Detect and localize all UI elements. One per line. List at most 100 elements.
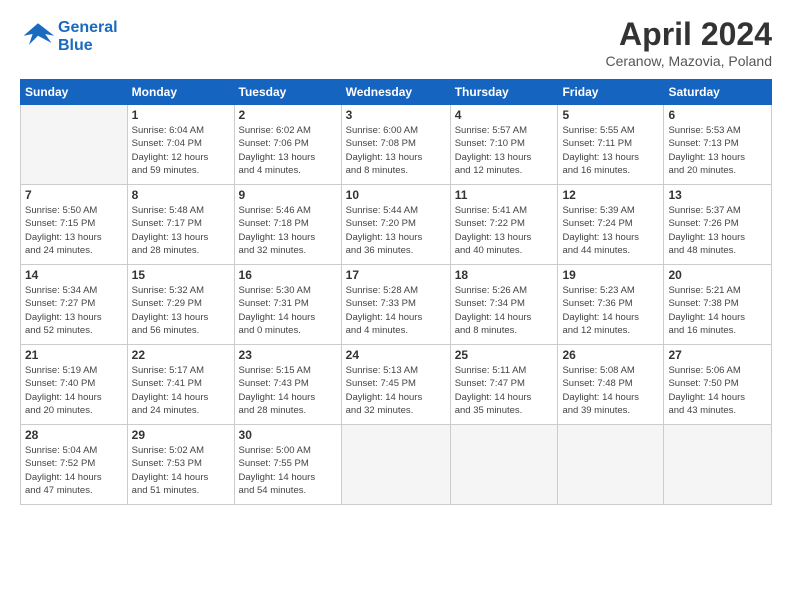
- day-number-5: 5: [562, 108, 659, 122]
- calendar-cell-8: 8 Sunrise: 5:48 AM Sunset: 7:17 PM Daylig…: [127, 185, 234, 265]
- calendar-cell-15: 15 Sunrise: 5:32 AM Sunset: 7:29 PM Dayli…: [127, 265, 234, 345]
- day-number-12: 12: [562, 188, 659, 202]
- header-sunday: Sunday: [21, 80, 128, 105]
- calendar-cell-25: 25 Sunrise: 5:11 AM Sunset: 7:47 PM Dayli…: [450, 345, 558, 425]
- calendar-table: Sunday Monday Tuesday Wednesday Thursday…: [20, 79, 772, 505]
- calendar-cell-9: 9 Sunrise: 5:46 AM Sunset: 7:18 PM Daylig…: [234, 185, 341, 265]
- day-info-26: Sunrise: 5:08 AM Sunset: 7:48 PM Dayligh…: [562, 364, 659, 417]
- page: General Blue April 2024 Ceranow, Mazovia…: [0, 0, 792, 612]
- calendar-cell-11: 11 Sunrise: 5:41 AM Sunset: 7:22 PM Dayli…: [450, 185, 558, 265]
- day-info-18: Sunrise: 5:26 AM Sunset: 7:34 PM Dayligh…: [455, 284, 554, 337]
- day-number-22: 22: [132, 348, 230, 362]
- day-info-27: Sunrise: 5:06 AM Sunset: 7:50 PM Dayligh…: [668, 364, 767, 417]
- calendar-cell-16: 16 Sunrise: 5:30 AM Sunset: 7:31 PM Dayli…: [234, 265, 341, 345]
- day-number-17: 17: [346, 268, 446, 282]
- calendar-cell-22: 22 Sunrise: 5:17 AM Sunset: 7:41 PM Dayli…: [127, 345, 234, 425]
- header-thursday: Thursday: [450, 80, 558, 105]
- day-number-28: 28: [25, 428, 123, 442]
- calendar-row-1: 1 Sunrise: 6:04 AM Sunset: 7:04 PM Daylig…: [21, 105, 772, 185]
- day-info-21: Sunrise: 5:19 AM Sunset: 7:40 PM Dayligh…: [25, 364, 123, 417]
- calendar-cell-empty-4-3: [341, 425, 450, 505]
- location-subtitle: Ceranow, Mazovia, Poland: [605, 53, 772, 69]
- calendar-row-3: 14 Sunrise: 5:34 AM Sunset: 7:27 PM Dayli…: [21, 265, 772, 345]
- day-info-1: Sunrise: 6:04 AM Sunset: 7:04 PM Dayligh…: [132, 124, 230, 177]
- calendar-cell-empty-0-0: [21, 105, 128, 185]
- day-info-8: Sunrise: 5:48 AM Sunset: 7:17 PM Dayligh…: [132, 204, 230, 257]
- day-info-11: Sunrise: 5:41 AM Sunset: 7:22 PM Dayligh…: [455, 204, 554, 257]
- header: General Blue April 2024 Ceranow, Mazovia…: [20, 16, 772, 69]
- calendar-cell-empty-4-6: [664, 425, 772, 505]
- calendar-cell-empty-4-4: [450, 425, 558, 505]
- header-wednesday: Wednesday: [341, 80, 450, 105]
- calendar-cell-23: 23Sunrise: 5:15 AM Sunset: 7:43 PM Dayli…: [234, 345, 341, 425]
- calendar-row-2: 7Sunrise: 5:50 AM Sunset: 7:15 PM Daylig…: [21, 185, 772, 265]
- day-number-23: 23: [239, 348, 337, 362]
- day-number-4: 4: [455, 108, 554, 122]
- logo-blue: Blue: [58, 37, 93, 54]
- logo-icon: [20, 16, 56, 57]
- calendar-cell-20: 20Sunrise: 5:21 AM Sunset: 7:38 PM Dayli…: [664, 265, 772, 345]
- day-number-6: 6: [668, 108, 767, 122]
- day-info-12: Sunrise: 5:39 AM Sunset: 7:24 PM Dayligh…: [562, 204, 659, 257]
- header-friday: Friday: [558, 80, 664, 105]
- day-number-11: 11: [455, 188, 554, 202]
- day-info-7: Sunrise: 5:50 AM Sunset: 7:15 PM Dayligh…: [25, 204, 123, 257]
- header-monday: Monday: [127, 80, 234, 105]
- calendar-cell-24: 24 Sunrise: 5:13 AM Sunset: 7:45 PM Dayli…: [341, 345, 450, 425]
- day-number-15: 15: [132, 268, 230, 282]
- day-number-2: 2: [239, 108, 337, 122]
- day-number-20: 20: [668, 268, 767, 282]
- day-number-14: 14: [25, 268, 123, 282]
- calendar-cell-26: 26 Sunrise: 5:08 AM Sunset: 7:48 PM Dayli…: [558, 345, 664, 425]
- day-info-13: Sunrise: 5:37 AM Sunset: 7:26 PM Dayligh…: [668, 204, 767, 257]
- day-info-5: Sunrise: 5:55 AM Sunset: 7:11 PM Dayligh…: [562, 124, 659, 177]
- day-info-24: Sunrise: 5:13 AM Sunset: 7:45 PM Dayligh…: [346, 364, 446, 417]
- day-number-25: 25: [455, 348, 554, 362]
- day-info-6: Sunrise: 5:53 AM Sunset: 7:13 PM Dayligh…: [668, 124, 767, 177]
- header-tuesday: Tuesday: [234, 80, 341, 105]
- day-number-16: 16: [239, 268, 337, 282]
- day-info-3: Sunrise: 6:00 AM Sunset: 7:08 PM Dayligh…: [346, 124, 446, 177]
- day-info-14: Sunrise: 5:34 AM Sunset: 7:27 PM Dayligh…: [25, 284, 123, 337]
- day-number-26: 26: [562, 348, 659, 362]
- day-number-9: 9: [239, 188, 337, 202]
- calendar-row-4: 21Sunrise: 5:19 AM Sunset: 7:40 PM Dayli…: [21, 345, 772, 425]
- day-number-27: 27: [668, 348, 767, 362]
- calendar-cell-7: 7Sunrise: 5:50 AM Sunset: 7:15 PM Daylig…: [21, 185, 128, 265]
- calendar-cell-17: 17Sunrise: 5:28 AM Sunset: 7:33 PM Dayli…: [341, 265, 450, 345]
- calendar-cell-empty-4-5: [558, 425, 664, 505]
- day-number-19: 19: [562, 268, 659, 282]
- day-info-29: Sunrise: 5:02 AM Sunset: 7:53 PM Dayligh…: [132, 444, 230, 497]
- title-area: April 2024 Ceranow, Mazovia, Poland: [605, 16, 772, 69]
- day-info-22: Sunrise: 5:17 AM Sunset: 7:41 PM Dayligh…: [132, 364, 230, 417]
- day-info-16: Sunrise: 5:30 AM Sunset: 7:31 PM Dayligh…: [239, 284, 337, 337]
- logo-text: General Blue: [58, 19, 118, 54]
- day-info-28: Sunrise: 5:04 AM Sunset: 7:52 PM Dayligh…: [25, 444, 123, 497]
- day-info-30: Sunrise: 5:00 AM Sunset: 7:55 PM Dayligh…: [239, 444, 337, 497]
- day-number-29: 29: [132, 428, 230, 442]
- weekday-header-row: Sunday Monday Tuesday Wednesday Thursday…: [21, 80, 772, 105]
- calendar-cell-4: 4 Sunrise: 5:57 AM Sunset: 7:10 PM Daylig…: [450, 105, 558, 185]
- day-info-9: Sunrise: 5:46 AM Sunset: 7:18 PM Dayligh…: [239, 204, 337, 257]
- calendar-cell-28: 28 Sunrise: 5:04 AM Sunset: 7:52 PM Dayli…: [21, 425, 128, 505]
- calendar-cell-1: 1 Sunrise: 6:04 AM Sunset: 7:04 PM Daylig…: [127, 105, 234, 185]
- calendar-cell-19: 19 Sunrise: 5:23 AM Sunset: 7:36 PM Dayli…: [558, 265, 664, 345]
- day-number-18: 18: [455, 268, 554, 282]
- calendar-cell-29: 29 Sunrise: 5:02 AM Sunset: 7:53 PM Dayli…: [127, 425, 234, 505]
- day-info-2: Sunrise: 6:02 AM Sunset: 7:06 PM Dayligh…: [239, 124, 337, 177]
- day-number-1: 1: [132, 108, 230, 122]
- day-number-24: 24: [346, 348, 446, 362]
- day-info-25: Sunrise: 5:11 AM Sunset: 7:47 PM Dayligh…: [455, 364, 554, 417]
- day-number-8: 8: [132, 188, 230, 202]
- calendar-cell-14: 14 Sunrise: 5:34 AM Sunset: 7:27 PM Dayli…: [21, 265, 128, 345]
- day-number-3: 3: [346, 108, 446, 122]
- calendar-cell-3: 3 Sunrise: 6:00 AM Sunset: 7:08 PM Daylig…: [341, 105, 450, 185]
- month-title: April 2024: [605, 16, 772, 53]
- day-number-30: 30: [239, 428, 337, 442]
- day-info-10: Sunrise: 5:44 AM Sunset: 7:20 PM Dayligh…: [346, 204, 446, 257]
- day-info-19: Sunrise: 5:23 AM Sunset: 7:36 PM Dayligh…: [562, 284, 659, 337]
- day-info-4: Sunrise: 5:57 AM Sunset: 7:10 PM Dayligh…: [455, 124, 554, 177]
- day-info-15: Sunrise: 5:32 AM Sunset: 7:29 PM Dayligh…: [132, 284, 230, 337]
- calendar-cell-13: 13Sunrise: 5:37 AM Sunset: 7:26 PM Dayli…: [664, 185, 772, 265]
- calendar-cell-27: 27 Sunrise: 5:06 AM Sunset: 7:50 PM Dayli…: [664, 345, 772, 425]
